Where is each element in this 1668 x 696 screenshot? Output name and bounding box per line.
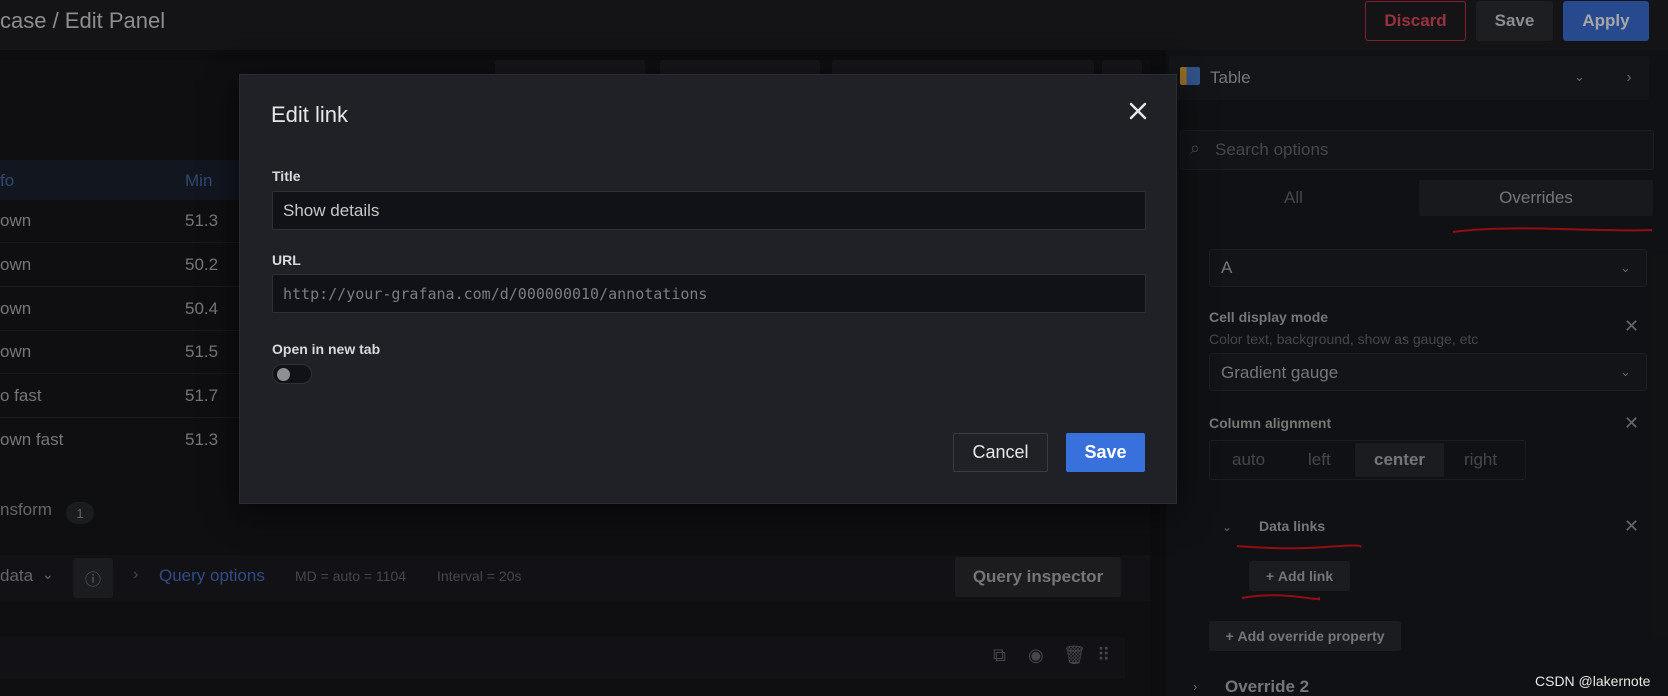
title-input[interactable]: Show details	[272, 191, 1146, 230]
cancel-button[interactable]: Cancel	[953, 433, 1048, 472]
watermark: CSDN @lakernote	[1535, 673, 1651, 689]
save-button[interactable]: Save	[1066, 433, 1145, 472]
modal-title: Edit link	[271, 102, 349, 127]
url-input[interactable]: http://your-grafana.com/d/000000010/anno…	[272, 274, 1146, 313]
url-input-value: http://your-grafana.com/d/000000010/anno…	[283, 284, 708, 303]
title-label: Title	[272, 168, 301, 184]
toggle-knob	[277, 368, 290, 381]
open-in-new-tab-toggle[interactable]	[272, 364, 312, 384]
close-icon[interactable]	[1124, 97, 1152, 125]
edit-link-modal: Edit link Title Show details URL http://…	[239, 74, 1177, 504]
url-label: URL	[272, 252, 301, 268]
new-tab-label: Open in new tab	[272, 341, 381, 357]
title-input-value: Show details	[283, 200, 380, 220]
